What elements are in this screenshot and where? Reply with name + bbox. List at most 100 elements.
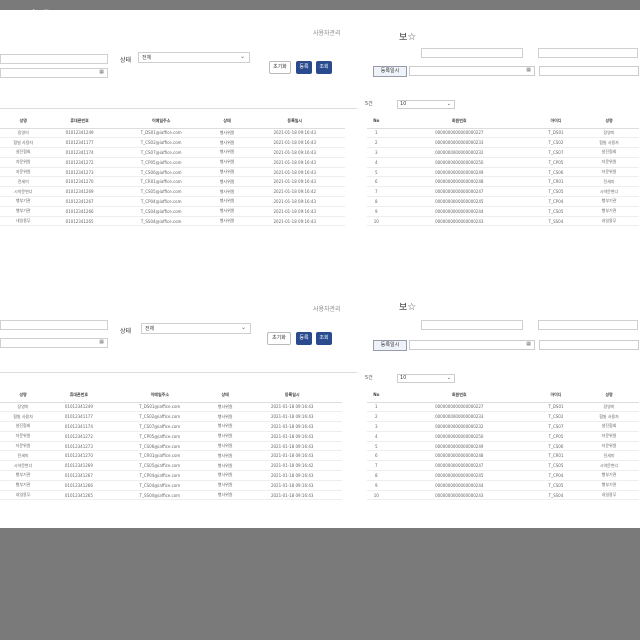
table-row[interactable]: 장영미 01012341249 T_DS01@iaffice.com 행사위원 2021…	[0, 402, 342, 413]
register-button[interactable]: 등록	[296, 332, 312, 345]
column-header[interactable]: 성명	[579, 114, 639, 129]
name-input[interactable]	[0, 54, 108, 64]
member-name-input[interactable]	[421, 48, 523, 58]
reg-date-end[interactable]	[539, 340, 639, 350]
name-input[interactable]	[0, 320, 108, 330]
table-cell: T_CP05	[532, 157, 580, 168]
table-cell: 시약문변너	[0, 460, 47, 472]
table-cell: 2021-01-18 09:16:43	[244, 206, 345, 217]
reg-date-end[interactable]	[539, 66, 639, 76]
column-header[interactable]: 회원번호	[385, 388, 533, 403]
date-input[interactable]: ▦	[0, 338, 108, 348]
table-row[interactable]: 4 0000000000000000250 T_CP05 자문위원	[367, 431, 639, 442]
member-id-input[interactable]	[538, 48, 638, 58]
table-row[interactable]: 자문위원 01012341273 T_CS06@iaffice.com 행사위원 202…	[0, 167, 345, 178]
table-row[interactable]: 4 0000000000000000250 T_CP05 자문위원	[367, 157, 639, 168]
table-row[interactable]: 시약문변너 01012341269 T_CS05@iaffice.com 행사위원 20…	[0, 460, 342, 472]
table-row[interactable]: 행부기관 01012341266 T_CS04@iaffice.com 행사위원 202…	[0, 480, 342, 491]
table-row[interactable]: 2 0000000000000000233 T_CS02 협빌 사용자	[367, 137, 639, 149]
table-row[interactable]: 전세미 01012341270 T_CR01@iaffice.com 행사위원 2021…	[0, 450, 342, 462]
table-row[interactable]: 1 0000000000000000227 T_DS01 장영미	[367, 402, 639, 413]
table-cell: 장영미	[0, 402, 47, 413]
table-cell: 행부기관	[579, 206, 639, 217]
column-header[interactable]: 이메일주소	[111, 388, 208, 403]
column-header[interactable]: 휴대폰번호	[46, 388, 112, 403]
table-cell: 01012341267	[46, 196, 113, 207]
table-cell: 장영미	[0, 128, 47, 139]
table-row[interactable]: 10 0000000000000000243 T_SS04 내일용무	[367, 490, 639, 501]
favorite-star-icon[interactable]: ☆	[407, 302, 416, 313]
table-cell: T_CS05	[532, 206, 580, 217]
member-id-input[interactable]	[538, 320, 638, 330]
table-row[interactable]: 1 0000000000000000227 T_DS01 장영미	[367, 128, 639, 139]
table-row[interactable]: 7 0000000000000000247 T_CS05 시약문변너	[367, 460, 639, 472]
column-header[interactable]: No	[367, 388, 386, 403]
table-cell: 0000000000000000247	[385, 186, 533, 198]
column-header[interactable]: 성명	[579, 388, 639, 403]
table-row[interactable]: 내일용무 01012341265 T_SS04@iaffice.com 행사위원 202…	[0, 216, 345, 227]
column-header[interactable]: 등록일시	[242, 388, 342, 403]
favorite-star-icon[interactable]: ☆	[407, 32, 416, 43]
column-header[interactable]: 휴대폰번호	[46, 114, 113, 129]
column-header[interactable]: 상태	[209, 114, 245, 129]
table-row[interactable]: 협빌 사용자 01012341177 T_CS02@iaffice.com 행사위원 2…	[0, 411, 342, 423]
table-row[interactable]: 시약문변너 01012341269 T_CS05@iaffice.com 행사위원 20…	[0, 186, 345, 198]
reg-date-start[interactable]: ▦	[409, 66, 535, 76]
column-header[interactable]: 아이디	[532, 114, 580, 129]
table-cell: 0000000000000000244	[385, 206, 533, 217]
reset-button[interactable]: 초기화	[269, 61, 291, 74]
page-size-select[interactable]: 10 ⌄	[397, 100, 455, 109]
table-cell: 전세미	[0, 450, 47, 462]
table-row[interactable]: 9 0000000000000000244 T_CS05 행부기관	[367, 480, 639, 491]
table-row[interactable]: 자문위원 01012341272 T_CP05@iaffice.com 행사위원 202…	[0, 431, 342, 442]
table-row[interactable]: 2 0000000000000000233 T_CS02 협빌 사용자	[367, 411, 639, 423]
page-size-select[interactable]: 10 ⌄	[397, 374, 455, 383]
reset-button[interactable]: 초기화	[267, 332, 291, 345]
member-name-input[interactable]	[421, 320, 523, 330]
table-row[interactable]: 행부기관 01012341266 T_CS04@iaffice.com 행사위원 202…	[0, 206, 345, 217]
table-row[interactable]: 9 0000000000000000244 T_CS05 행부기관	[367, 206, 639, 217]
table-cell: 행부기관	[579, 196, 639, 207]
table-row[interactable]: 자문위원 01012341273 T_CS06@iaffice.com 행사위원 202…	[0, 441, 342, 452]
table-row[interactable]: 행부기관 01012341267 T_CP04@iaffice.com 행사위원 202…	[0, 470, 342, 481]
table-cell: 0000000000000000245	[385, 470, 533, 481]
column-header[interactable]: 등록일시	[244, 114, 345, 129]
table-row[interactable]: 10 0000000000000000243 T_SS04 내일용무	[367, 216, 639, 227]
column-header[interactable]: 아이디	[532, 388, 580, 403]
table-row[interactable]: 3 0000000000000000232 T_CS07 설진협회	[367, 147, 639, 158]
table-row[interactable]: 6 0000000000000000248 T_CR01 전세미	[367, 176, 639, 188]
column-header[interactable]: 성명	[0, 114, 47, 129]
table-row[interactable]: 5 0000000000000000249 T_CS06 자문위원	[367, 167, 639, 178]
column-header[interactable]: 상태	[207, 388, 243, 403]
status-select[interactable]: 전체 ⌄	[141, 323, 251, 334]
table-row[interactable]: 자문위원 01012341272 T_CP05@iaffice.com 행사위원 202…	[0, 157, 345, 168]
table-row[interactable]: 5 0000000000000000249 T_CS06 자문위원	[367, 441, 639, 452]
column-header[interactable]: 회원번호	[385, 114, 533, 129]
table-cell: 행사위원	[207, 421, 243, 432]
table-row[interactable]: 전세미 01012341270 T_CR01@iaffice.com 행사위원 2021…	[0, 176, 345, 188]
table-row[interactable]: 설진협회 01012341174 T_CS07@iaffice.com 행사위원 202…	[0, 421, 342, 432]
table-cell: 2021-01-18 09:16:43	[242, 490, 342, 501]
table-row[interactable]: 설진협회 01012341174 T_CS07@iaffice.com 행사위원 202…	[0, 147, 345, 158]
table-row[interactable]: 내일용무 01012341265 T_SS04@iaffice.com 행사위원 202…	[0, 490, 342, 501]
reg-date-start[interactable]: ▦	[409, 340, 535, 350]
table-cell: 2021-01-18 09:16:43	[244, 176, 345, 188]
table-row[interactable]: 8 0000000000000000245 T_CP04 행부기관	[367, 470, 639, 481]
search-button[interactable]: 조회	[316, 332, 332, 345]
column-header[interactable]: 성명	[0, 388, 47, 403]
table-row[interactable]: 8 0000000000000000245 T_CP04 행부기관	[367, 196, 639, 207]
register-button[interactable]: 등록	[296, 61, 312, 74]
table-row[interactable]: 장영미 01012341249 T_DS01@iaffice.com 행사위원 2021…	[0, 128, 345, 139]
table-row[interactable]: 3 0000000000000000232 T_CS07 설진협회	[367, 421, 639, 432]
table-cell: 01012341272	[46, 157, 113, 168]
table-row[interactable]: 7 0000000000000000247 T_CS05 시약문변너	[367, 186, 639, 198]
column-header[interactable]: 이메일주소	[112, 114, 210, 129]
status-select[interactable]: 전체 ⌄	[138, 52, 250, 63]
date-input[interactable]: ▦	[0, 68, 108, 78]
column-header[interactable]: No	[367, 114, 386, 129]
status-label: 상태	[120, 328, 132, 335]
table-row[interactable]: 6 0000000000000000248 T_CR01 전세미	[367, 450, 639, 462]
search-button[interactable]: 조회	[316, 61, 332, 74]
table-row[interactable]: 행부기관 01012341267 T_CP04@iaffice.com 행사위원 202…	[0, 196, 345, 207]
table-row[interactable]: 협빌 사용자 01012341177 T_CS02@iaffice.com 행사위원 2…	[0, 137, 345, 149]
